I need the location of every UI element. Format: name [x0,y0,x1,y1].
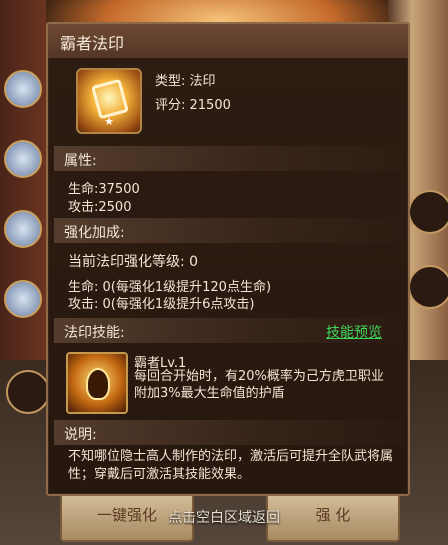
note-header-label: 说明: [64,427,97,443]
attributes-header-label: 属性: [64,153,97,169]
enhance-atk: 攻击: 0(每强化1级提升6点攻击) [68,297,255,312]
refresh-icon [6,370,50,414]
seal-item-icon: ★ [76,68,142,134]
attribute-hp: 生命:37500 [68,182,140,197]
enhance-header: 强化加成: [54,218,402,243]
popup-title-bar: 霸者法印 [48,24,408,58]
item-score: 评分: 21500 [155,98,231,113]
skill-preview-link[interactable]: 技能预览 [326,322,382,342]
popup-title: 霸者法印 [60,34,125,53]
skill-header: 法印技能: 技能预览 [54,318,402,343]
hero-avatar-icon [4,140,42,178]
side-menu-icon [408,190,448,234]
seal-glyph-icon [91,78,129,120]
tap-to-return-hint[interactable]: 点击空白区域返回 [0,507,448,527]
attributes-header: 属性: [54,146,402,171]
hero-avatar-icon [4,70,42,108]
enhance-header-label: 强化加成: [64,225,125,241]
note-text: 不知哪位隐士高人制作的法印，激活后可提升全队武将属性；穿戴后可激活其技能效果。 [68,449,394,482]
skill-header-label: 法印技能: [64,325,125,341]
seal-detail-popup: 霸者法印 ★ 类型: 法印 评分: 21500 属性: 生命:37500 攻击:… [46,22,410,496]
skill-description: 每回合开始时，有20%概率为己方虎卫职业附加3%最大生命值的护盾 [134,369,384,401]
star-icon: ★ [104,115,114,128]
crest-icon [86,368,110,400]
enhance-level: 当前法印强化等级: 0 [68,254,199,270]
hero-avatar-icon [4,210,42,248]
attribute-atk: 攻击:2500 [68,200,132,215]
skill-icon [66,352,128,414]
hero-avatar-icon [4,280,42,318]
note-header: 说明: [54,420,402,445]
side-menu-icon [408,265,448,309]
item-type: 类型: 法印 [155,74,216,89]
